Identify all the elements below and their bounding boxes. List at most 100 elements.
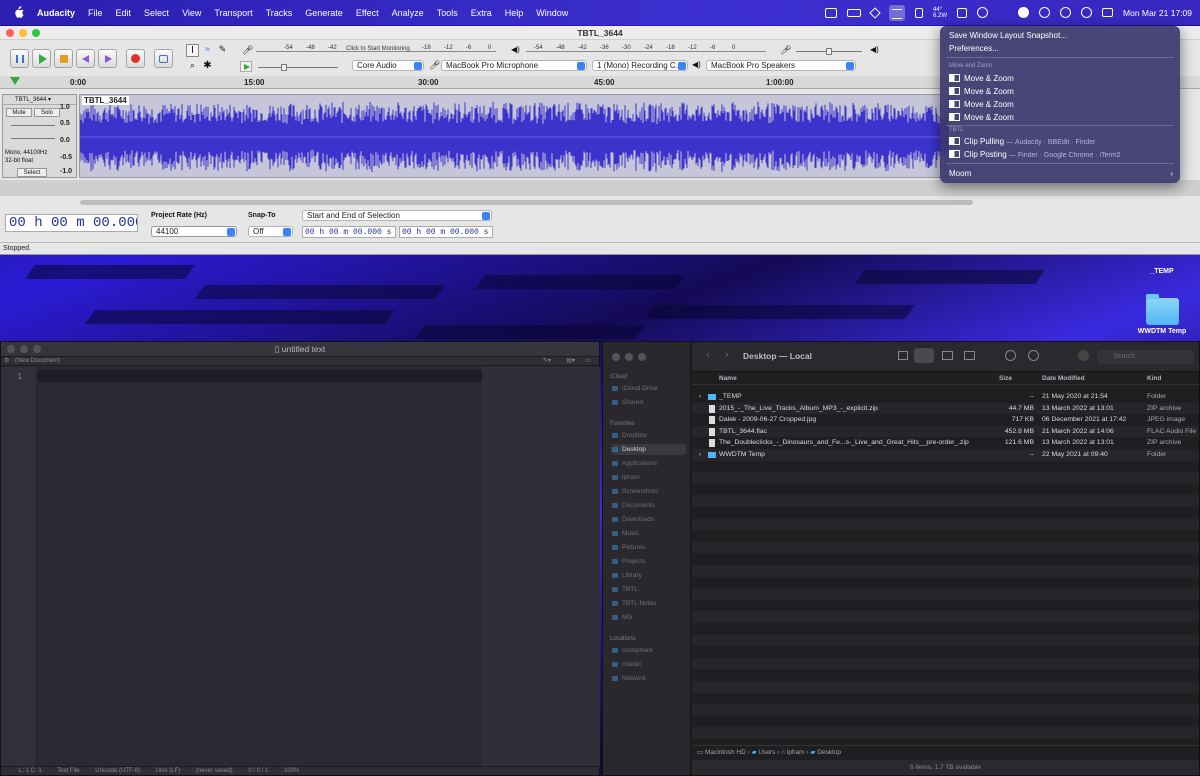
menu-effect[interactable]: Effect: [356, 8, 379, 18]
horizontal-scrollbar[interactable]: [80, 200, 973, 205]
move-zoom-item[interactable]: Move & Zoom: [949, 87, 1014, 96]
preferences-item[interactable]: Preferences...: [949, 44, 999, 53]
pocket-icon[interactable]: [1039, 7, 1051, 18]
file-row[interactable]: Dalek - 2009-06-27 Cropped.jpg 717 KB 06…: [692, 414, 1199, 426]
move-zoom-item[interactable]: Move & Zoom: [949, 100, 1014, 109]
start-monitoring-label[interactable]: Click to Start Monitoring: [346, 46, 410, 52]
envelope-tool-icon[interactable]: ≈: [201, 44, 214, 57]
skip-start-button[interactable]: [76, 49, 95, 68]
selection-end-time[interactable]: 00 h 00 m 00.000 s: [399, 226, 493, 238]
column-view-icon[interactable]: [942, 351, 953, 360]
menu-tools[interactable]: Tools: [437, 8, 458, 18]
zoom-button[interactable]: [33, 345, 41, 353]
sidebar-item-home[interactable]: lpham: [611, 472, 686, 483]
playback-meter[interactable]: -54 -48 -42 -36 -30 -24 -18 -12 -6 0: [526, 45, 766, 52]
gain-slider[interactable]: [11, 125, 55, 126]
playback-device-select[interactable]: MacBook Pro Speakers: [706, 60, 856, 71]
sidebar-item-downloads[interactable]: Downloads: [611, 514, 686, 525]
close-button[interactable]: [7, 345, 15, 353]
sidebar-item-shared[interactable]: Shared: [611, 397, 686, 408]
sidebar-item-library[interactable]: Library: [611, 570, 686, 581]
cursor-position[interactable]: L: 1 C: 1: [19, 768, 42, 774]
timer-icon[interactable]: [977, 7, 989, 18]
pencil-icon[interactable]: ✎▾: [543, 357, 551, 366]
stop-button[interactable]: [54, 49, 73, 68]
column-date[interactable]: Date Modified: [1042, 375, 1085, 382]
menu-file[interactable]: File: [88, 8, 103, 18]
menu-select[interactable]: Select: [144, 8, 169, 18]
pan-slider[interactable]: [11, 138, 55, 139]
save-snapshot-item[interactable]: Save Window Layout Snapshot...: [949, 31, 1067, 40]
file-row[interactable]: › WWDTM Temp -- 22 May 2021 at 09:40 Fol…: [692, 449, 1199, 461]
battery-icon[interactable]: [847, 8, 861, 17]
stats-readout[interactable]: 44° 6.2W: [933, 7, 947, 19]
split-icon[interactable]: ▭: [585, 357, 591, 366]
zoom-button[interactable]: [638, 353, 646, 361]
disclosure-icon[interactable]: ›: [699, 449, 701, 461]
menu-window[interactable]: Window: [536, 8, 568, 18]
stats-icon[interactable]: [915, 7, 923, 18]
speaker-icon[interactable]: ◀): [511, 45, 520, 54]
path-segment[interactable]: Users: [758, 749, 775, 756]
clip-name[interactable]: TBTL_3644: [82, 96, 129, 105]
sidebar-item-pictures[interactable]: Pictures: [611, 542, 686, 553]
sidebar-item-music[interactable]: Music: [611, 528, 686, 539]
record-meter[interactable]: -54 -48 -42 Click to Start Monitoring -1…: [256, 45, 496, 52]
mic-icon[interactable]: 🎤︎: [242, 45, 253, 56]
path-segment[interactable]: Macintosh HD: [705, 749, 746, 756]
move-zoom-item[interactable]: Move & Zoom: [949, 74, 1014, 83]
menu-view[interactable]: View: [182, 8, 201, 18]
time-machine-icon[interactable]: [1060, 7, 1072, 18]
minimize-button[interactable]: [625, 353, 633, 361]
path-segment[interactable]: lpham: [787, 749, 805, 756]
selection-mode-select[interactable]: Start and End of Selection: [302, 210, 492, 221]
snap-to-select[interactable]: Off: [248, 226, 293, 237]
sidebar-item-citadel[interactable]: citadel: [611, 659, 686, 670]
file-row[interactable]: TBTL_3644.flac 452.8 MB 21 March 2022 at…: [692, 425, 1199, 438]
close-button[interactable]: [6, 29, 14, 37]
sidebar-item-icloud-drive[interactable]: iCloud Drive: [611, 383, 686, 394]
sidebar-item-network[interactable]: Network: [611, 673, 686, 684]
menu-analyze[interactable]: Analyze: [392, 8, 424, 18]
sidebar-item-mg[interactable]: MG: [611, 612, 686, 623]
info-icon[interactable]: [1005, 350, 1016, 361]
menu-transport[interactable]: Transport: [214, 8, 252, 18]
time-display[interactable]: 00 h 00 m 00.000 s: [5, 214, 138, 232]
play-head-icon[interactable]: [10, 77, 20, 85]
track-select-button[interactable]: Select: [17, 168, 47, 177]
menu-clock[interactable]: Mon Mar 21 17:09: [1123, 8, 1192, 18]
play-button[interactable]: [32, 49, 51, 68]
file-row[interactable]: 2015_-_The_Live_Tracks_Album_MP3_-_expli…: [692, 402, 1199, 415]
recording-device-select[interactable]: MacBook Pro Microphone: [441, 60, 587, 71]
action-icon[interactable]: [1028, 350, 1039, 361]
forward-icon[interactable]: ›: [725, 349, 729, 361]
play-at-speed-button[interactable]: [240, 61, 252, 72]
menu-help[interactable]: Help: [505, 8, 524, 18]
mic-icon[interactable]: 🎤︎: [780, 45, 791, 56]
skip-end-button[interactable]: [98, 49, 117, 68]
zoom-level[interactable]: 100%: [284, 768, 299, 774]
path-segment[interactable]: Desktop: [817, 749, 841, 756]
waveform-track[interactable]: TBTL_3644: [79, 94, 949, 178]
column-name[interactable]: Name: [719, 375, 737, 382]
mute-button[interactable]: Mute: [6, 108, 32, 117]
audio-host-select[interactable]: Core Audio: [352, 60, 424, 71]
gear-icon[interactable]: ⚙: [4, 357, 9, 366]
list-view-icon[interactable]: [914, 348, 934, 363]
record-button[interactable]: [126, 49, 145, 68]
cpu-icon[interactable]: [957, 7, 968, 18]
multi-tool-icon[interactable]: ✱: [201, 60, 214, 73]
sidebar-item-tbtl-notes[interactable]: TBTL Notes: [611, 598, 686, 609]
dropbox-icon[interactable]: [869, 6, 881, 19]
desktop-folder-temp[interactable]: _TEMP: [1132, 240, 1192, 275]
control-center-icon[interactable]: [1102, 8, 1114, 17]
file-row[interactable]: › _TEMP -- 21 May 2020 at 21:54 Folder: [692, 391, 1199, 403]
functions-menu-icon[interactable]: ▤▾: [566, 357, 575, 366]
moom-submenu-item[interactable]: Moom ›: [949, 169, 1173, 178]
desktop-folder-wwdtm[interactable]: WWDTM Temp: [1132, 294, 1192, 335]
language-menu[interactable]: Text File: [57, 768, 79, 774]
minimize-button[interactable]: [20, 345, 28, 353]
sidebar-item-documents[interactable]: Documents: [611, 500, 686, 511]
minimize-button[interactable]: [19, 29, 27, 37]
zoom-tool-icon[interactable]: ⌕: [186, 60, 199, 73]
